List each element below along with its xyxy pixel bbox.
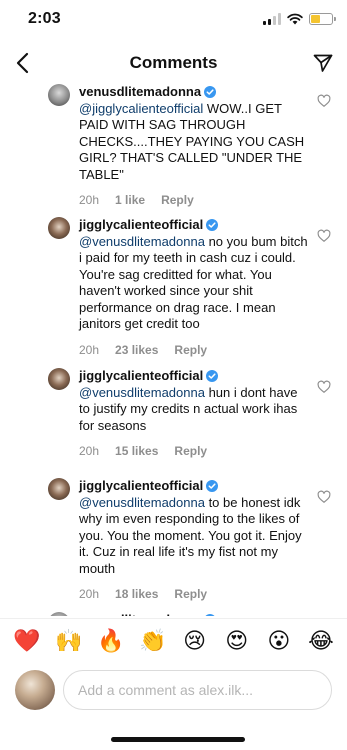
heart-icon[interactable] (317, 229, 331, 243)
comment-composer (0, 664, 347, 718)
comment-time: 20h (79, 444, 100, 458)
fire-emoji-button[interactable]: 🔥 (97, 629, 124, 654)
reply-button[interactable]: Reply (174, 586, 207, 603)
verified-badge-icon (206, 480, 219, 492)
comment-meta: 20h 18 likes Reply (79, 586, 311, 603)
verified-badge-icon (206, 370, 219, 382)
comment-username[interactable]: venusdlitemadonna (79, 612, 201, 616)
battery-level (311, 15, 320, 23)
comments-list: venusdlitemadonna @jigglycalienteofficia… (0, 82, 347, 616)
comment-body: jigglycalienteofficial @venusdlitemadonn… (79, 368, 311, 460)
heart-icon[interactable] (317, 380, 331, 394)
status-time: 2:03 (28, 10, 61, 27)
avatar[interactable] (48, 84, 70, 106)
surprised-face-emoji-button[interactable]: 😮 (266, 629, 292, 654)
tears-of-joy-emoji-button[interactable]: 😂 (308, 629, 334, 654)
comment-time: 20h (79, 342, 100, 357)
comment-input[interactable] (63, 670, 332, 710)
avatar[interactable] (48, 217, 70, 239)
comment-meta: 20h 23 likes Reply (79, 342, 311, 359)
avatar[interactable] (48, 478, 70, 500)
wifi-icon (287, 13, 303, 25)
clapping-hands-emoji-button[interactable]: 👏 (139, 629, 166, 654)
crying-face-emoji-button[interactable]: 😢 (182, 629, 208, 654)
heart-eyes-emoji-button[interactable]: 😍 (224, 629, 250, 654)
status-icons (263, 13, 336, 25)
avatar[interactable] (48, 612, 70, 616)
comment-likes[interactable]: 15 likes (115, 443, 158, 460)
home-indicator[interactable] (111, 737, 245, 742)
comment-mention[interactable]: @venusdlitemadonna (79, 385, 205, 400)
comment-mention[interactable]: @venusdlitemadonna (79, 234, 205, 249)
reply-button[interactable]: Reply (161, 192, 194, 209)
comment-meta: 20h 15 likes Reply (79, 443, 311, 460)
comment-time: 20h (79, 587, 100, 601)
comment-likes[interactable]: 23 likes (115, 342, 158, 359)
verified-badge-icon (205, 614, 215, 616)
comment-username[interactable]: jigglycalienteofficial (79, 478, 203, 493)
paper-plane-icon (313, 54, 333, 72)
comment-time: 20h (79, 193, 100, 207)
comment-username[interactable]: jigglycalienteofficial (79, 368, 203, 383)
heart-icon[interactable] (317, 490, 331, 504)
page-title: Comments (129, 53, 218, 72)
avatar[interactable] (15, 670, 55, 710)
heart-icon[interactable] (317, 94, 331, 108)
status-bar: 2:03 (0, 0, 347, 44)
emoji-reaction-bar: ❤️ 🙌 🔥 👏 😢 😍 😮 😂 (0, 618, 347, 664)
comment-mention[interactable]: @jigglycalienteofficial (79, 101, 203, 116)
comment-username[interactable]: venusdlitemadonna (79, 84, 201, 99)
red-heart-emoji-button[interactable]: ❤️ (13, 629, 40, 654)
battery-icon (309, 13, 336, 25)
comment-username[interactable]: jigglycalienteofficial (79, 217, 203, 232)
comment-body: jigglycalienteofficial @venusdlitemadonn… (79, 478, 311, 603)
comment-body: venusdlitemadonna (79, 612, 311, 616)
reply-button[interactable]: Reply (174, 342, 207, 359)
cellular-signal-icon (263, 13, 281, 25)
verified-badge-icon (206, 219, 219, 231)
avatar[interactable] (48, 368, 70, 390)
comment-body: jigglycalienteofficial @venusdlitemadonn… (79, 217, 311, 358)
reply-button[interactable]: Reply (174, 443, 207, 460)
navigation-bar: Comments (0, 44, 347, 82)
comment-likes[interactable]: 18 likes (115, 586, 158, 603)
comment-body: venusdlitemadonna @jigglycalienteofficia… (79, 84, 311, 209)
verified-badge-icon (204, 86, 217, 98)
comment-likes[interactable]: 1 like (115, 192, 145, 209)
comment-meta: 20h 1 like Reply (79, 192, 311, 209)
share-button[interactable] (307, 47, 339, 79)
comment-mention[interactable]: @venusdlitemadonna (79, 495, 205, 510)
raising-hands-emoji-button[interactable]: 🙌 (55, 629, 82, 654)
